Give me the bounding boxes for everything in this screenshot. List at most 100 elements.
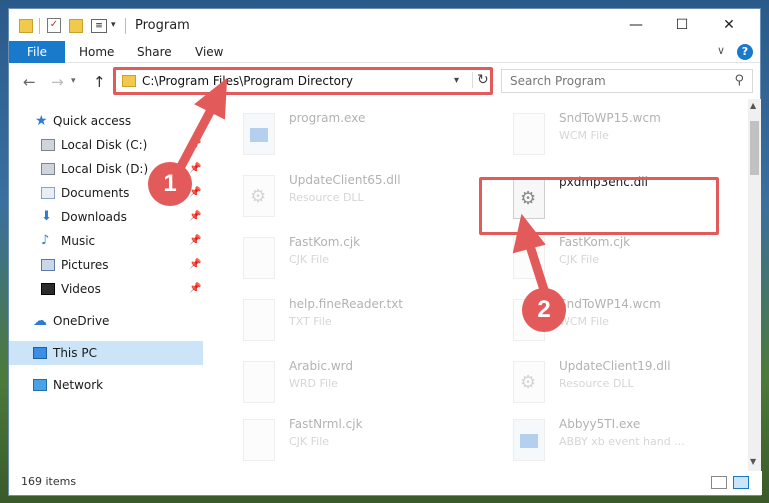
sidebar-item-music[interactable]: ♪ Music 📌 bbox=[9, 229, 203, 253]
file-type: Resource DLL bbox=[289, 191, 364, 204]
sidebar-item-quick-access[interactable]: ★ Quick access bbox=[9, 109, 203, 133]
exe-file-icon bbox=[513, 419, 545, 461]
file-type: WCM File bbox=[559, 129, 609, 142]
recent-locations-icon[interactable]: ▾ bbox=[71, 76, 76, 86]
sidebar-item-this-pc[interactable]: This PC bbox=[9, 341, 203, 365]
list-item[interactable]: Abbyy5TI.exe ABBY xb event hand ... bbox=[479, 413, 719, 469]
sidebar-item-label: Quick access bbox=[53, 114, 132, 128]
back-button[interactable]: ← bbox=[23, 73, 36, 91]
divider bbox=[39, 18, 40, 34]
file-name: SndToWP15.wcm bbox=[559, 111, 661, 125]
pictures-icon bbox=[41, 259, 55, 271]
sidebar-item-label: Pictures bbox=[61, 258, 109, 272]
tab-home[interactable]: Home bbox=[79, 41, 114, 63]
sidebar-item-network[interactable]: Network bbox=[9, 373, 203, 397]
file-icon bbox=[513, 113, 545, 155]
file-icon bbox=[243, 299, 275, 341]
cloud-icon: ☁ bbox=[33, 313, 47, 329]
file-type: WRD File bbox=[289, 377, 338, 390]
search-placeholder: Search Program bbox=[510, 74, 606, 88]
forward-button[interactable]: → bbox=[51, 73, 64, 91]
pin-icon[interactable]: 📌 bbox=[189, 229, 201, 253]
item-count: 169 items bbox=[21, 475, 77, 488]
quick-access-dropdown-icon[interactable]: ▾ bbox=[111, 20, 116, 38]
list-item[interactable]: help.fineReader.txt TXT File bbox=[209, 293, 449, 349]
sidebar-item-label: Downloads bbox=[61, 210, 127, 224]
file-name: Abbyy5TI.exe bbox=[559, 417, 641, 431]
file-icon bbox=[243, 419, 275, 461]
list-item[interactable]: Arabic.wrd WRD File bbox=[209, 355, 449, 411]
up-button[interactable]: ↑ bbox=[93, 73, 106, 91]
file-icon bbox=[243, 237, 275, 279]
divider bbox=[125, 18, 126, 34]
videos-icon bbox=[41, 283, 55, 295]
list-item[interactable]: FastKom.cjk CJK File bbox=[479, 231, 719, 287]
file-type: TXT File bbox=[289, 315, 332, 328]
title-bar: ✓ ≡ ▾ Program — ☐ ✕ bbox=[9, 9, 760, 41]
dll-file-icon bbox=[513, 361, 545, 403]
exe-file-icon bbox=[243, 113, 275, 155]
annotation-highlight-file bbox=[479, 177, 719, 235]
maximize-button[interactable]: ☐ bbox=[659, 9, 705, 41]
tab-file[interactable]: File bbox=[9, 41, 65, 63]
file-type: CJK File bbox=[289, 435, 330, 448]
sidebar-item-label: Videos bbox=[61, 282, 101, 296]
star-icon: ★ bbox=[35, 113, 48, 129]
pin-icon[interactable]: 📌 bbox=[189, 133, 201, 157]
list-item[interactable]: program.exe bbox=[209, 107, 449, 163]
annotation-badge-2: 2 bbox=[522, 288, 566, 332]
dll-file-icon bbox=[243, 175, 275, 217]
folder-icon[interactable] bbox=[19, 19, 33, 33]
sidebar-item-local-disk-c[interactable]: Local Disk (C:) 📌 bbox=[9, 133, 203, 157]
sidebar-item-label: OneDrive bbox=[53, 314, 110, 328]
disk-icon bbox=[41, 163, 55, 175]
details-view-icon[interactable] bbox=[711, 476, 727, 489]
file-icon bbox=[243, 361, 275, 403]
expand-ribbon-icon[interactable]: ∨ bbox=[717, 44, 725, 57]
file-type: CJK File bbox=[289, 253, 330, 266]
new-folder-icon[interactable] bbox=[69, 19, 83, 33]
pin-icon[interactable]: 📌 bbox=[189, 205, 201, 229]
pin-icon[interactable]: 📌 bbox=[189, 277, 201, 301]
navigation-bar: ← → ▾ ↑ C:\Program Files\Program Directo… bbox=[9, 63, 760, 99]
close-button[interactable]: ✕ bbox=[706, 9, 752, 41]
properties-check-icon[interactable]: ✓ bbox=[47, 18, 61, 33]
customize-toolbar-icon[interactable]: ≡ bbox=[91, 19, 107, 33]
minimize-button[interactable]: — bbox=[613, 9, 659, 41]
sidebar-item-onedrive[interactable]: ☁ OneDrive bbox=[9, 309, 203, 333]
list-item[interactable]: FastNrml.cjk CJK File bbox=[209, 413, 449, 469]
vertical-scrollbar[interactable]: ▲ ▼ bbox=[748, 99, 761, 471]
file-type: CJK File bbox=[559, 253, 600, 266]
status-bar: 169 items bbox=[9, 471, 762, 495]
sidebar-item-pictures[interactable]: Pictures 📌 bbox=[9, 253, 203, 277]
pin-icon[interactable]: 📌 bbox=[189, 253, 201, 277]
file-name: UpdateClient65.dll bbox=[289, 173, 401, 187]
navigation-pane: ★ Quick access Local Disk (C:) 📌 Local D… bbox=[9, 99, 203, 471]
list-item[interactable]: SndToWP14.wcm WCM File bbox=[479, 293, 719, 349]
list-item[interactable]: FastKom.cjk CJK File bbox=[209, 231, 449, 287]
file-list: program.exe SndToWP15.wcm WCM File Updat… bbox=[203, 99, 748, 471]
list-item[interactable]: UpdateClient65.dll Resource DLL bbox=[209, 169, 449, 225]
tab-view[interactable]: View bbox=[195, 41, 223, 63]
file-name: UpdateClient19.dll bbox=[559, 359, 671, 373]
large-icons-view-icon[interactable] bbox=[733, 476, 749, 489]
window-title: Program bbox=[135, 18, 190, 33]
pc-icon bbox=[33, 347, 47, 359]
search-input[interactable]: Search Program ⚲ bbox=[501, 69, 753, 93]
sidebar-item-downloads[interactable]: ⬇ Downloads 📌 bbox=[9, 205, 203, 229]
file-name: FastNrml.cjk bbox=[289, 417, 363, 431]
list-item[interactable]: UpdateClient19.dll Resource DLL bbox=[479, 355, 719, 411]
sidebar-item-label: Documents bbox=[61, 186, 130, 200]
help-icon[interactable]: ? bbox=[737, 44, 753, 60]
sidebar-item-videos[interactable]: Videos 📌 bbox=[9, 277, 203, 301]
search-icon[interactable]: ⚲ bbox=[734, 73, 744, 88]
scroll-down-icon[interactable]: ▼ bbox=[750, 457, 756, 466]
file-type: Resource DLL bbox=[559, 377, 634, 390]
scroll-up-icon[interactable]: ▲ bbox=[750, 101, 756, 110]
tab-share[interactable]: Share bbox=[137, 41, 172, 63]
file-type: WCM File bbox=[559, 315, 609, 328]
network-icon bbox=[33, 379, 47, 391]
list-item[interactable]: SndToWP15.wcm WCM File bbox=[479, 107, 719, 163]
scroll-thumb[interactable] bbox=[750, 121, 759, 175]
sidebar-item-label: Music bbox=[61, 234, 96, 248]
